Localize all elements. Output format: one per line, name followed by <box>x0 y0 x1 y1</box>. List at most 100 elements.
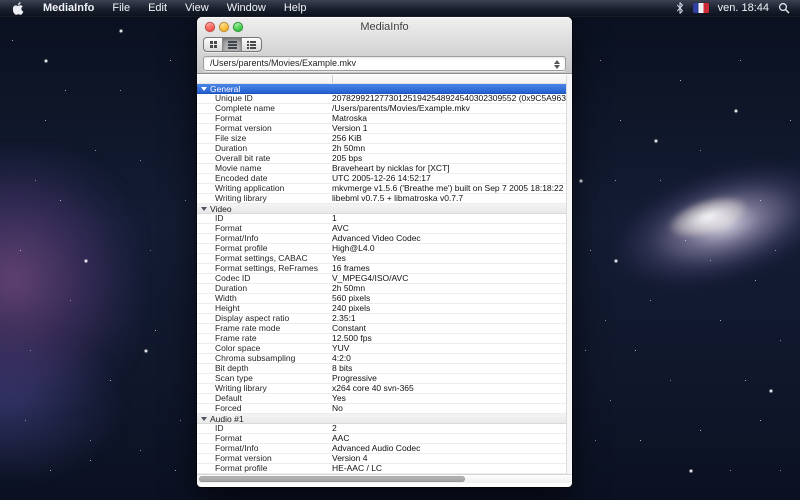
property-value: 8 bits <box>332 364 566 373</box>
mediainfo-window: MediaInfo /Users/parents/Movies/Example.… <box>197 17 572 487</box>
table-row[interactable]: Display aspect ratio2.35:1 <box>197 314 566 324</box>
property-name: Movie name <box>197 164 332 173</box>
property-name: Duration <box>197 144 332 153</box>
section-header-audio-1[interactable]: Audio #1 <box>197 414 566 424</box>
vertical-scrollbar[interactable] <box>566 75 572 474</box>
file-selector-dropdown[interactable]: /Users/parents/Movies/Example.mkv <box>203 56 566 71</box>
table-row[interactable]: Bit depth8 bits <box>197 364 566 374</box>
section-title: Video <box>210 204 232 214</box>
section-title: Audio #1 <box>210 414 244 424</box>
property-value: High@L4.0 <box>332 244 566 253</box>
menu-item-app[interactable]: MediaInfo <box>34 0 103 17</box>
view-mode-grid-button[interactable] <box>204 38 223 51</box>
property-name: Writing library <box>197 194 332 203</box>
table-row[interactable]: DefaultYes <box>197 394 566 404</box>
table-row[interactable]: Width560 pixels <box>197 294 566 304</box>
view-mode-segmented-control <box>203 37 262 52</box>
property-name: Frame rate <box>197 334 332 343</box>
table-row[interactable]: Format profileHigh@L4.0 <box>197 244 566 254</box>
table-row[interactable]: Encoded dateUTC 2005-12-26 14:52:17 <box>197 174 566 184</box>
property-value: 12.500 fps <box>332 334 566 343</box>
property-value: V_MPEG4/ISO/AVC <box>332 274 566 283</box>
property-name: Chroma subsampling <box>197 354 332 363</box>
property-value: YUV <box>332 344 566 353</box>
table-row[interactable]: Frame rate12.500 fps <box>197 334 566 344</box>
table-row[interactable]: Codec IDV_MPEG4/ISO/AVC <box>197 274 566 284</box>
property-value: 2h 50mn <box>332 284 566 293</box>
table-row[interactable]: Duration2h 50mn <box>197 284 566 294</box>
menu-item-window[interactable]: Window <box>218 0 275 17</box>
table-row[interactable]: Format/InfoAdvanced Audio Codec <box>197 444 566 454</box>
table-row[interactable]: Chroma subsampling4:2:0 <box>197 354 566 364</box>
table-row[interactable]: Frame rate modeConstant <box>197 324 566 334</box>
table-row[interactable]: Complete name/Users/parents/Movies/Examp… <box>197 104 566 114</box>
table-row[interactable]: FormatAAC <box>197 434 566 444</box>
view-mode-list-button[interactable] <box>223 38 242 51</box>
table-row[interactable]: ID1 <box>197 214 566 224</box>
property-name: Overall bit rate <box>197 154 332 163</box>
menu-item-file[interactable]: File <box>103 0 139 17</box>
title-bar[interactable]: MediaInfo <box>197 17 572 37</box>
table-row[interactable]: Format profileHE-AAC / LC <box>197 464 566 474</box>
table-row[interactable]: Format/InfoAdvanced Video Codec <box>197 234 566 244</box>
menu-item-help[interactable]: Help <box>275 0 316 17</box>
property-value: 2h 50mn <box>332 144 566 153</box>
table-row[interactable]: Movie nameBraveheart by nicklas for [XCT… <box>197 164 566 174</box>
property-value: Advanced Video Codec <box>332 234 566 243</box>
grid-view-icon <box>210 41 217 48</box>
table-row[interactable]: Duration2h 50mn <box>197 144 566 154</box>
property-name: File size <box>197 134 332 143</box>
table-row[interactable]: Format versionVersion 1 <box>197 124 566 134</box>
table-row[interactable]: Writing librarylibebml v0.7.5 + libmatro… <box>197 194 566 204</box>
input-language-flag-icon[interactable] <box>693 3 709 13</box>
section-header-video[interactable]: Video <box>197 204 566 214</box>
property-name: Codec ID <box>197 274 332 283</box>
table-row[interactable]: Scan typeProgressive <box>197 374 566 384</box>
table-column-header <box>197 75 566 84</box>
menu-item-view[interactable]: View <box>176 0 218 17</box>
menu-bar-left: MediaInfo File Edit View Window Help <box>0 0 315 16</box>
disclosure-triangle-icon[interactable] <box>201 417 207 421</box>
table-row[interactable]: ForcedNo <box>197 404 566 414</box>
table-row[interactable]: ID2 <box>197 424 566 434</box>
apple-icon <box>13 2 24 15</box>
menu-bar-clock[interactable]: ven. 18:44 <box>718 2 769 14</box>
table-row[interactable]: Height240 pixels <box>197 304 566 314</box>
property-value: Matroska <box>332 114 566 123</box>
table-row[interactable]: Unique ID2078299212773012519425489245403… <box>197 94 566 104</box>
disclosure-triangle-icon[interactable] <box>201 87 207 91</box>
horizontal-scrollbar-thumb[interactable] <box>199 476 465 482</box>
table-row[interactable]: File size256 KiB <box>197 134 566 144</box>
bluetooth-icon[interactable] <box>676 2 684 14</box>
property-name: Format <box>197 434 332 443</box>
table-row[interactable]: Format settings, ReFrames16 frames <box>197 264 566 274</box>
property-value: Version 1 <box>332 124 566 133</box>
horizontal-scrollbar[interactable] <box>197 474 572 483</box>
table-row[interactable]: Color spaceYUV <box>197 344 566 354</box>
view-mode-detail-button[interactable] <box>242 38 261 51</box>
stepper-up-arrow-icon <box>554 60 560 64</box>
table-row[interactable]: FormatAVC <box>197 224 566 234</box>
apple-menu[interactable] <box>0 0 34 16</box>
table-row[interactable]: Format versionVersion 4 <box>197 454 566 464</box>
property-name: Color space <box>197 344 332 353</box>
table-row[interactable]: FormatMatroska <box>197 114 566 124</box>
spotlight-search-icon[interactable] <box>778 2 790 14</box>
property-value: 2.35:1 <box>332 314 566 323</box>
table-row[interactable]: Format settings, CABACYes <box>197 254 566 264</box>
table-row[interactable]: Overall bit rate205 bps <box>197 154 566 164</box>
table-row[interactable]: Writing applicationmkvmerge v1.5.6 ('Bre… <box>197 184 566 194</box>
table-row[interactable]: Writing libraryx264 core 40 svn-365 <box>197 384 566 394</box>
window-chrome: MediaInfo /Users/parents/Movies/Example.… <box>197 17 572 74</box>
property-value: Progressive <box>332 374 566 383</box>
property-value: 1 <box>332 214 566 223</box>
property-value: 205 bps <box>332 154 566 163</box>
property-name: Format settings, ReFrames <box>197 264 332 273</box>
dropdown-stepper-icon <box>553 59 561 69</box>
property-value: HE-AAC / LC <box>332 464 566 473</box>
section-header-general[interactable]: General <box>197 84 566 94</box>
property-value: UTC 2005-12-26 14:52:17 <box>332 174 566 183</box>
menu-item-edit[interactable]: Edit <box>139 0 176 17</box>
property-name: Frame rate mode <box>197 324 332 333</box>
disclosure-triangle-icon[interactable] <box>201 207 207 211</box>
